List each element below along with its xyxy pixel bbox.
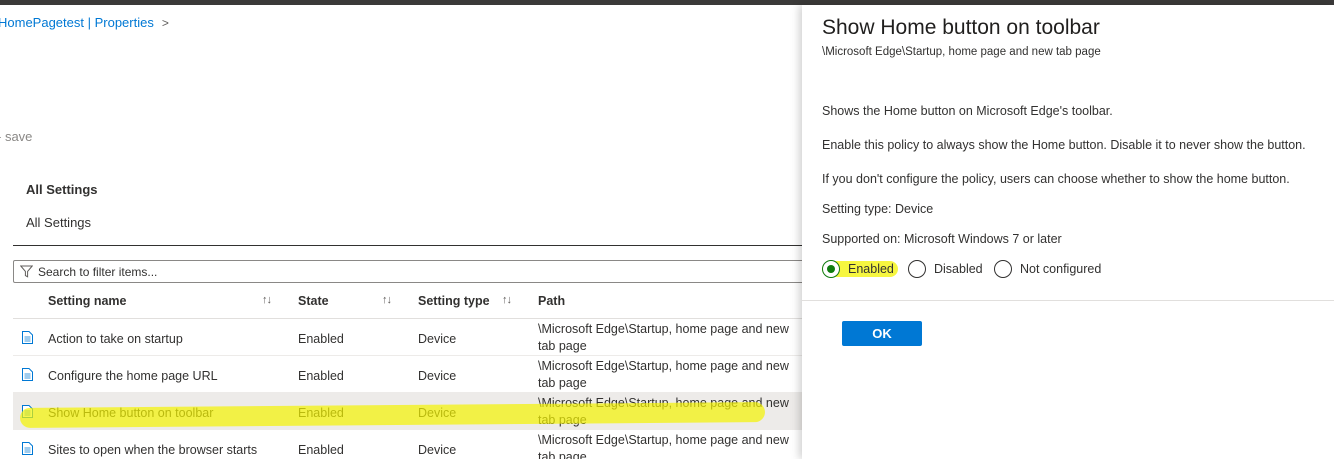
document-icon bbox=[22, 405, 33, 418]
panel-divider bbox=[802, 300, 1334, 301]
table-row[interactable]: Sites to open when the browser starts En… bbox=[13, 430, 802, 459]
setting-type: Device bbox=[418, 443, 457, 457]
radio-unchecked-icon[interactable] bbox=[908, 260, 926, 278]
document-icon bbox=[22, 368, 33, 381]
policy-unconfigured-text: If you don't configure the policy, users… bbox=[822, 172, 1290, 186]
supported-on-label: Supported on: Microsoft Windows 7 or lat… bbox=[822, 232, 1062, 246]
panel-title: Show Home button on toolbar bbox=[822, 16, 1100, 39]
main-content: HomePagetest | Properties > - save All Se… bbox=[0, 5, 802, 459]
setting-path: \Microsoft Edge\Startup, home page and n… bbox=[538, 396, 789, 427]
table-row[interactable]: Configure the home page URL Enabled Devi… bbox=[13, 356, 802, 393]
section-subtitle: All Settings bbox=[26, 215, 92, 230]
search-input[interactable] bbox=[38, 263, 798, 281]
setting-path: \Microsoft Edge\Startup, home page and n… bbox=[538, 359, 789, 390]
setting-name[interactable]: Sites to open when the browser starts bbox=[48, 443, 257, 457]
radio-label[interactable]: Enabled bbox=[848, 262, 894, 276]
setting-state: Enabled bbox=[298, 443, 344, 457]
radio-unchecked-icon[interactable] bbox=[994, 260, 1012, 278]
filter-icon bbox=[20, 265, 33, 278]
document-icon bbox=[22, 331, 33, 344]
policy-enable-text: Enable this policy to always show the Ho… bbox=[822, 138, 1306, 152]
radio-checked-icon[interactable] bbox=[822, 260, 840, 278]
setting-path: \Microsoft Edge\Startup, home page and n… bbox=[538, 322, 789, 353]
setting-state: Enabled bbox=[298, 406, 344, 420]
column-header-setting-name[interactable]: Setting name bbox=[48, 294, 127, 318]
section-title: All Settings bbox=[26, 182, 98, 197]
setting-type: Device bbox=[418, 406, 457, 420]
ok-button[interactable]: OK bbox=[842, 321, 922, 346]
setting-type-label: Setting type: Device bbox=[822, 202, 934, 216]
setting-name[interactable]: Action to take on startup bbox=[48, 332, 183, 346]
setting-type: Device bbox=[418, 332, 457, 346]
setting-name[interactable]: Configure the home page URL bbox=[48, 369, 218, 383]
setting-state: Enabled bbox=[298, 369, 344, 383]
section-divider bbox=[13, 245, 802, 246]
setting-path: \Microsoft Edge\Startup, home page and n… bbox=[538, 433, 789, 459]
radio-label[interactable]: Disabled bbox=[934, 262, 983, 276]
sort-arrows-icon[interactable]: ↑↓ bbox=[382, 294, 392, 306]
sort-arrows-icon[interactable]: ↑↓ bbox=[262, 294, 272, 306]
policy-description: Shows the Home button on Microsoft Edge'… bbox=[822, 104, 1113, 118]
document-icon bbox=[22, 442, 33, 455]
breadcrumb-link[interactable]: HomePagetest | Properties bbox=[0, 15, 154, 30]
column-header-path[interactable]: Path bbox=[538, 294, 565, 318]
setting-name[interactable]: Show Home button on toolbar bbox=[48, 406, 213, 420]
column-header-state[interactable]: State bbox=[298, 294, 329, 318]
sort-arrows-icon[interactable]: ↑↓ bbox=[502, 294, 512, 306]
column-header-setting-type[interactable]: Setting type bbox=[418, 294, 490, 318]
policy-details-panel: Show Home button on toolbar \Microsoft E… bbox=[802, 5, 1334, 459]
table-row-selected[interactable]: Show Home button on toolbar Enabled Devi… bbox=[13, 393, 802, 430]
table-row[interactable]: Action to take on startup Enabled Device… bbox=[13, 319, 802, 356]
chevron-right-icon: > bbox=[161, 16, 169, 30]
radio-label[interactable]: Not configured bbox=[1020, 262, 1101, 276]
setting-state: Enabled bbox=[298, 332, 344, 346]
panel-path: \Microsoft Edge\Startup, home page and n… bbox=[822, 46, 1101, 58]
breadcrumb[interactable]: HomePagetest | Properties > bbox=[0, 15, 169, 30]
search-box[interactable] bbox=[13, 260, 802, 283]
setting-type: Device bbox=[418, 369, 457, 383]
save-button[interactable]: - save bbox=[0, 129, 32, 144]
